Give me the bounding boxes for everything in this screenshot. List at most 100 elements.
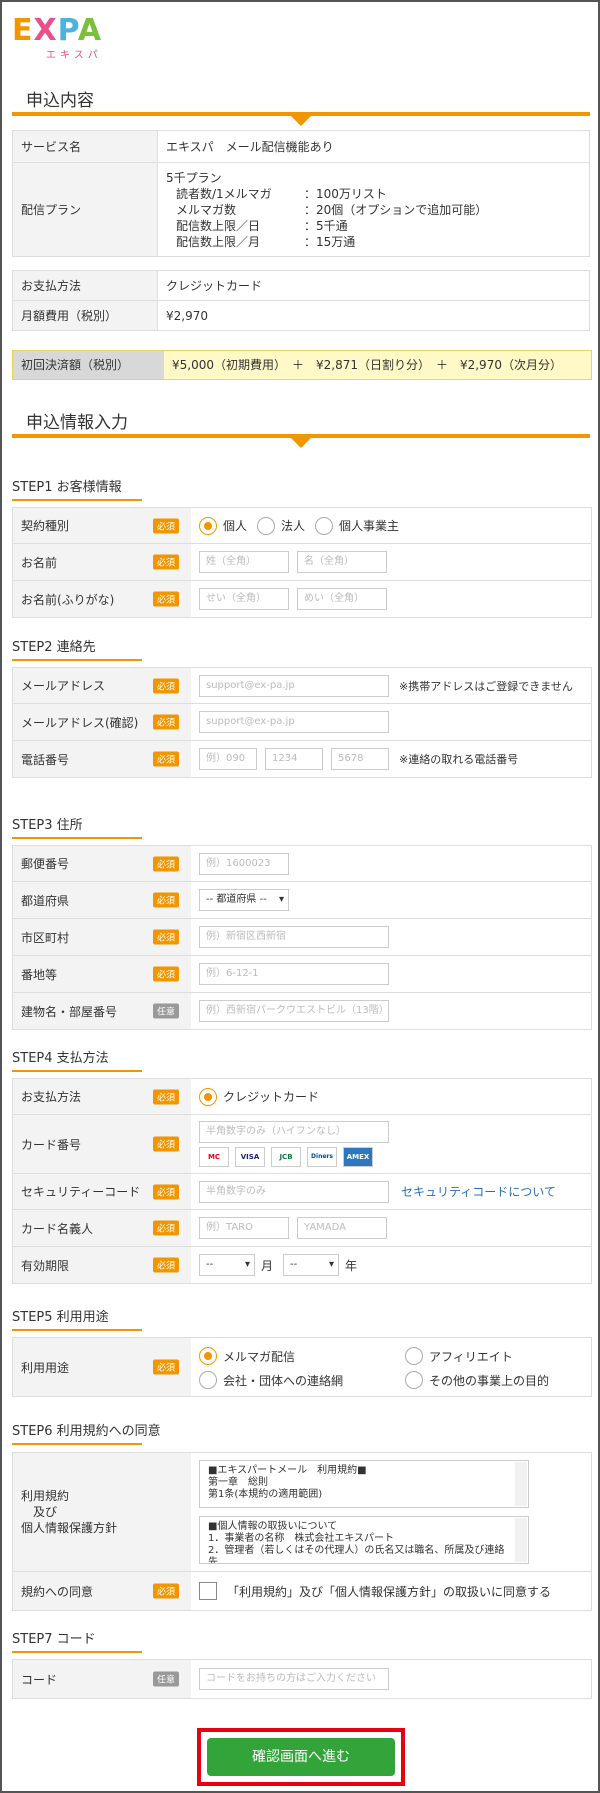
step4-header: STEP4 支払方法: [12, 1047, 142, 1072]
prefecture-select[interactable]: -- 都道府県 --: [199, 889, 289, 911]
plan-line: 配信数上限／日 ：5千通: [176, 218, 348, 233]
usage-label: 利用用途: [21, 1360, 70, 1375]
required-badge: 必須: [152, 1184, 179, 1199]
expa-logo[interactable]: EXPA エキスパ: [12, 13, 122, 62]
payment-value: クレジットカード: [157, 270, 590, 301]
first-name-input[interactable]: 名（全角）: [297, 551, 387, 573]
email-label: メールアドレス: [21, 679, 106, 693]
step2-form: メールアドレス 必須 support@ex-pa.jp ※携帯アドレスはご登録でき…: [12, 667, 592, 778]
radio-affiliate[interactable]: [405, 1347, 423, 1365]
section-title: 申込内容: [26, 91, 94, 111]
code-row: コード 任意 コードをお持ちの方はご入力ください: [13, 1660, 591, 1698]
step6-form: 利用規約 及び 個人情報保護方針 ■エキスパートメール 利用規約■ 第一章 総則…: [12, 1452, 592, 1611]
card-number-input[interactable]: 半角数字のみ（ハイフンなし）: [199, 1121, 389, 1143]
logo-subtext: エキスパ: [46, 50, 102, 61]
email-field[interactable]: support@ex-pa.jp: [199, 674, 389, 697]
step-title: STEP2 連絡先: [12, 640, 96, 655]
card-number-row: カード番号 必須 半角数字のみ（ハイフンなし） MC VISA JCB Diner…: [13, 1114, 591, 1173]
scrollbar[interactable]: [515, 1518, 527, 1562]
first-name-kana-input[interactable]: めい（全角）: [297, 588, 387, 610]
email-confirm-row: メールアドレス(確認) 必須 support@ex-pa.jp: [13, 703, 591, 740]
security-code-input[interactable]: 半角数字のみ: [199, 1180, 389, 1203]
plan-label: 配信プラン: [12, 162, 158, 257]
application-section-header: 申込内容: [12, 76, 590, 126]
name-row: お名前 必須 姓（全角） 名（全角）: [13, 543, 591, 580]
radio-label: 個人事業主: [339, 519, 400, 533]
required-badge: 必須: [152, 751, 179, 767]
section-title: 申込情報入力: [26, 413, 128, 433]
terms-line: ■エキスパートメール 利用規約■: [208, 1465, 367, 1476]
application-summary-table: サービス名 エキスパ メール配信機能あり 配信プラン 5千プラン 読者数/1メル…: [12, 130, 590, 257]
required-badge: 必須: [152, 518, 179, 533]
last-name-input[interactable]: 姓（全角）: [199, 551, 289, 573]
radio-sole-proprietor[interactable]: [315, 516, 334, 535]
step7-header: STEP7 コード: [12, 1628, 142, 1653]
security-code-label: セキュリティーコード: [21, 1185, 141, 1199]
radio-individual[interactable]: [199, 516, 217, 535]
required-badge: 必須: [152, 892, 179, 908]
address-label: 番地等: [21, 967, 58, 982]
zip-input[interactable]: 例）1600023: [199, 852, 289, 875]
step4-form: お支払方法必須 クレジットカード カード番号 必須 半角数字のみ（ハイフンなし） …: [12, 1078, 592, 1284]
agree-checkbox[interactable]: [199, 1582, 217, 1600]
address-input[interactable]: 例）6-12-1: [199, 963, 389, 985]
radio-corporation[interactable]: [257, 516, 276, 535]
code-label: コード: [21, 1672, 58, 1687]
month-unit: 月: [261, 1258, 274, 1273]
step-title: STEP7 コード: [12, 1632, 96, 1647]
service-label: サービス名: [12, 130, 158, 163]
payment-summary-table: お支払方法 クレジットカード 月額費用（税別） ¥2,970: [12, 270, 590, 331]
phone-row: 電話番号 必須 例）090 1234 5678 ※連絡の取れる電話番号: [13, 740, 591, 777]
code-input[interactable]: コードをお持ちの方はご入力ください: [199, 1668, 389, 1690]
radio-other-business[interactable]: [405, 1371, 423, 1389]
radio-label: 個人: [223, 519, 248, 533]
payment-label: お支払方法: [12, 270, 158, 301]
scrollbar[interactable]: [515, 1462, 527, 1506]
service-value: エキスパ メール配信機能あり: [157, 130, 590, 163]
privacy-line: 2．管理者（若しくはその代理人）の氏名又は職名、所属及び連絡先: [208, 1545, 505, 1564]
required-badge: 必須: [152, 1583, 179, 1599]
city-input[interactable]: 例）新宿区西新宿: [199, 926, 389, 948]
terms-scrollbox[interactable]: ■エキスパートメール 利用規約■ 第一章 総則 第1条(本規約の適用範囲): [199, 1460, 529, 1508]
radio-contact-network[interactable]: [199, 1371, 217, 1389]
email-confirm-field[interactable]: support@ex-pa.jp: [199, 711, 389, 733]
radio-newsletter[interactable]: [199, 1347, 217, 1365]
first-payment-summary: 初回決済額（税別） ¥5,000（初期費用） ＋ ¥2,871（日割り分） ＋ …: [12, 350, 592, 380]
holder-first-input[interactable]: 例）TARO: [199, 1217, 289, 1239]
holder-last-input[interactable]: YAMADA: [297, 1217, 387, 1239]
building-row: 建物名・部屋番号 任意 例）西新宿パークウエストビル（13階）: [13, 992, 591, 1029]
expiry-year-select[interactable]: --: [283, 1254, 340, 1276]
required-badge: 必須: [152, 1257, 179, 1273]
plan-line: 配信数上限／月 ：15万通: [176, 234, 356, 249]
radio-label: アフィリエイト: [429, 1349, 513, 1364]
phone-input-2[interactable]: 1234: [265, 748, 323, 770]
card-brands: MC VISA JCB Diners AMEX: [199, 1147, 373, 1167]
logo-text: EXPA: [12, 13, 103, 48]
radio-label: 法人: [281, 519, 306, 533]
expiry-label: 有効期限: [21, 1258, 70, 1273]
amex-icon: AMEX: [343, 1147, 373, 1167]
expiry-month-select[interactable]: --: [199, 1254, 255, 1276]
radio-label: クレジットカード: [223, 1090, 320, 1104]
contract-row: 契約種別 必須 個人 法人 個人事業主: [13, 508, 591, 543]
radio-label: その他の事業上の目的: [429, 1373, 550, 1388]
diners-icon: Diners: [307, 1147, 337, 1167]
privacy-scrollbox[interactable]: ■個人情報の取扱いについて 1．事業者の名称 株式会社エキスパート 2．管理者（…: [199, 1516, 529, 1564]
phone-input-1[interactable]: 例）090: [199, 748, 257, 770]
radio-label: 会社・団体への連絡網: [223, 1373, 344, 1388]
phone-input-3[interactable]: 5678: [331, 748, 389, 770]
email-confirm-label: メールアドレス(確認): [21, 715, 139, 730]
plan-line: 読者数/1メルマガ ：100万リスト: [176, 186, 387, 201]
radio-credit-card[interactable]: [199, 1087, 217, 1106]
last-name-kana-input[interactable]: せい（全角）: [199, 588, 289, 610]
privacy-label: 個人情報保護方針: [21, 1521, 118, 1535]
contract-label: 契約種別: [21, 519, 70, 533]
city-row: 市区町村 必須 例）新宿区西新宿: [13, 918, 591, 955]
jcb-icon: JCB: [271, 1147, 301, 1167]
building-input[interactable]: 例）西新宿パークウエストビル（13階）: [199, 1000, 389, 1022]
privacy-line: ■個人情報の取扱いについて: [208, 1521, 338, 1532]
prefecture-label: 都道府県: [21, 893, 70, 908]
payment-method-label: お支払方法: [21, 1090, 82, 1104]
security-code-help-link[interactable]: セキュリティコードについて: [401, 1183, 556, 1200]
proceed-to-confirm-button[interactable]: 確認画面へ進む: [207, 1738, 395, 1776]
